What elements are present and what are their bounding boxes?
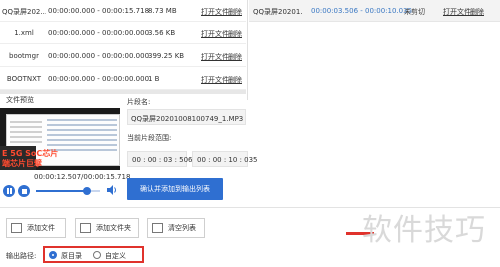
delete-link[interactable]: 删除: [228, 75, 242, 85]
playback-time: 00:00:12.507/00:00:15.718: [34, 173, 131, 181]
volume-icon[interactable]: [106, 184, 118, 196]
clip-name-field[interactable]: QQ录屏20201008100749_1.MP3: [127, 109, 246, 125]
task-status: 未剪切: [404, 8, 425, 16]
delete-link[interactable]: 删除: [228, 52, 242, 62]
file-size: 399.25 KB: [148, 52, 185, 60]
trash-icon: [152, 223, 163, 233]
stop-button[interactable]: [18, 185, 30, 197]
output-path-options: 原目录 自定义: [43, 246, 144, 263]
panel-divider: [247, 0, 248, 100]
open-file-link[interactable]: 打开文件: [201, 29, 229, 39]
start-time-field[interactable]: 00 : 00 : 03 : 506: [127, 151, 193, 167]
original-dir-label[interactable]: 原目录: [61, 251, 82, 261]
list-divider: [0, 90, 246, 94]
file-name: QQ录屏202...: [2, 8, 46, 16]
open-file-link[interactable]: 打开文件: [201, 7, 229, 17]
delete-link[interactable]: 删除: [470, 7, 484, 17]
preview-label: 文件预览: [6, 96, 34, 104]
file-size: 3.56 KB: [148, 29, 176, 37]
confirm-add-button[interactable]: 确认并添加到输出列表: [127, 178, 223, 200]
add-file-button[interactable]: 添加文件: [6, 218, 66, 238]
clip-range-label: 当前片段范围:: [127, 134, 172, 142]
end-time-field[interactable]: 00 : 00 : 10 : 035: [192, 151, 258, 167]
file-range: 00:00:00.000 - 00:00:15.718: [48, 7, 150, 15]
pause-button[interactable]: [3, 185, 15, 197]
task-name: QQ录屏20201...: [253, 8, 303, 16]
delete-link[interactable]: 删除: [228, 7, 242, 17]
output-path-label: 输出路径:: [6, 252, 37, 260]
watermark: 软件技巧: [362, 213, 486, 248]
add-folder-button[interactable]: 添加文件夹: [75, 218, 139, 238]
open-file-link[interactable]: 打开文件: [201, 75, 229, 85]
task-row[interactable]: QQ录屏20201... 00:00:03.506 - 00:00:10.035…: [249, 0, 500, 22]
slide-text-lines: [10, 121, 42, 146]
slide-caption: E 5G SoC芯片 端芯片巨擘: [0, 146, 58, 170]
clear-list-label: 清空列表: [168, 224, 196, 232]
delete-link[interactable]: 删除: [228, 29, 242, 39]
pause-icon: [6, 188, 12, 194]
file-row[interactable]: BOOTNXT 00:00:00.000 - 00:00:00.000 1 B …: [0, 68, 246, 90]
custom-dir-radio[interactable]: [93, 251, 101, 259]
file-row[interactable]: bootmgr 00:00:00.000 - 00:00:00.000 399.…: [0, 45, 246, 67]
file-size: 8.73 MB: [148, 7, 177, 15]
stop-icon: [21, 188, 27, 194]
clip-name-label: 片段名:: [127, 98, 151, 106]
playback-progress[interactable]: [36, 187, 100, 195]
file-name: bootmgr: [9, 52, 39, 60]
open-file-link[interactable]: 打开文件: [443, 7, 471, 17]
open-file-link[interactable]: 打开文件: [201, 52, 229, 62]
file-range: 00:00:00.000 - 00:00:00.000: [48, 29, 150, 37]
file-name: 1.xml: [14, 29, 34, 37]
add-folder-label: 添加文件夹: [96, 224, 131, 232]
add-file-icon: [11, 223, 22, 233]
add-file-label: 添加文件: [27, 224, 55, 232]
file-name: BOOTNXT: [6, 75, 42, 83]
custom-dir-label[interactable]: 自定义: [105, 251, 126, 261]
file-row[interactable]: QQ录屏202... 00:00:00.000 - 00:00:15.718 8…: [0, 0, 246, 22]
file-row[interactable]: 1.xml 00:00:00.000 - 00:00:00.000 3.56 K…: [0, 22, 246, 44]
file-size: 1 B: [148, 75, 160, 83]
original-dir-radio[interactable]: [49, 251, 57, 259]
video-preview[interactable]: E 5G SoC芯片 端芯片巨擘: [0, 108, 120, 170]
add-folder-icon: [80, 223, 91, 233]
slide-caption-line2: 端芯片巨擘: [2, 159, 42, 168]
progress-handle[interactable]: [83, 187, 92, 195]
progress-fill: [36, 190, 88, 192]
clear-list-button[interactable]: 清空列表: [147, 218, 205, 238]
task-range: 00:00:03.506 - 00:00:10.035: [311, 7, 413, 15]
file-range: 00:00:00.000 - 00:00:00.000: [48, 75, 150, 83]
file-list: QQ录屏202... 00:00:00.000 - 00:00:15.718 8…: [0, 0, 246, 90]
file-range: 00:00:00.000 - 00:00:00.000: [48, 52, 150, 60]
